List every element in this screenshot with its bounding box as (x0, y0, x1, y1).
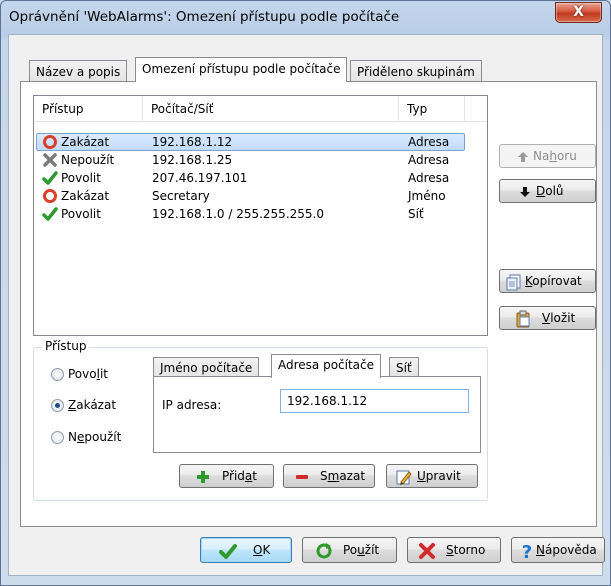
row-access: Povolit (61, 207, 101, 221)
ignore-icon (43, 153, 57, 167)
radio-deny-indicator (51, 399, 64, 412)
list-header: Přístup Počítač/Síť Typ (34, 96, 487, 122)
cancel-button[interactable]: Storno (407, 537, 501, 563)
paste-icon (516, 310, 530, 328)
row-computer: 192.168.1.0 / 255.255.255.0 (152, 207, 324, 221)
column-header-type[interactable]: Typ (399, 96, 465, 122)
row-computer: 192.168.1.25 (152, 153, 233, 167)
row-type: Jméno (408, 189, 446, 203)
list-row[interactable]: Povolit 207.46.197.101 Adresa (34, 169, 487, 187)
copy-button[interactable]: Kopírovat (499, 269, 596, 293)
apply-button[interactable]: Použít (302, 537, 397, 563)
row-computer: Secretary (152, 189, 210, 203)
row-type: Adresa (408, 171, 450, 185)
tab-access-restriction[interactable]: Omezení přístupu podle počítače (135, 57, 348, 82)
tab-name-description[interactable]: Název a popis (29, 60, 128, 82)
radio-allow[interactable]: Povolit (51, 366, 151, 382)
list-row[interactable]: Zakázat 192.168.1.12 Adresa (34, 133, 487, 151)
list-row[interactable]: Povolit 192.168.1.0 / 255.255.255.0 Síť (34, 205, 487, 223)
help-icon: ? (522, 542, 532, 560)
radio-ignore-indicator (51, 431, 64, 444)
tab-network[interactable]: Síť (389, 357, 419, 378)
row-access: Povolit (61, 171, 101, 185)
move-up-button[interactable]: Nahoru (499, 144, 596, 168)
cancel-icon (419, 543, 435, 559)
close-button[interactable]: X (555, 2, 602, 23)
row-computer: 207.46.197.101 (152, 171, 248, 185)
copy-icon (506, 274, 521, 291)
access-group-title: Přístup (42, 339, 90, 353)
allow-icon (42, 171, 58, 185)
radio-ignore[interactable]: Nepoužít (51, 429, 151, 445)
list-row[interactable]: Zakázat Secretary Jméno (34, 187, 487, 205)
access-list[interactable]: Přístup Počítač/Síť Typ Zakázat 192.168.… (33, 95, 488, 336)
close-icon: X (573, 4, 584, 20)
tab-computer-address[interactable]: Adresa počítače (271, 354, 382, 378)
row-type: Adresa (408, 135, 450, 149)
arrow-down-icon (520, 187, 530, 197)
row-access: Zakázat (61, 135, 110, 149)
svg-text:?: ? (522, 542, 532, 560)
add-button[interactable]: Přidat (179, 464, 274, 488)
tab-computer-name[interactable]: Jméno počítače (153, 357, 260, 378)
column-header-computer[interactable]: Počítač/Síť (143, 96, 399, 122)
column-header-access[interactable]: Přístup (34, 96, 143, 122)
row-access: Zakázat (61, 189, 110, 203)
minus-icon (296, 475, 308, 479)
ip-address-label: IP adresa: (162, 398, 222, 412)
address-tab-page (153, 376, 481, 453)
arrow-up-icon (518, 152, 528, 162)
radio-deny[interactable]: Zakázat (51, 397, 151, 413)
deny-icon (43, 189, 57, 203)
tab-assigned-groups[interactable]: Přiděleno skupinám (350, 60, 482, 82)
row-access: Nepoužít (61, 153, 115, 167)
delete-button[interactable]: Smazat (283, 464, 375, 488)
radio-allow-indicator (51, 368, 64, 381)
edit-button[interactable]: Upravit (386, 464, 478, 488)
plus-icon (197, 471, 209, 483)
paste-button[interactable]: Vložit (499, 306, 596, 330)
ok-button[interactable]: OK (200, 537, 292, 563)
list-row[interactable]: Nepoužít 192.168.1.25 Adresa (34, 151, 487, 169)
deny-icon (43, 135, 57, 149)
row-type: Adresa (408, 153, 450, 167)
row-type: Síť (408, 207, 424, 221)
refresh-icon (316, 543, 332, 559)
window-title: Oprávnění 'WebAlarms': Omezení přístupu … (9, 9, 400, 25)
move-down-button[interactable]: Dolů (499, 179, 596, 203)
row-computer: 192.168.1.12 (152, 135, 233, 149)
allow-icon (42, 207, 58, 221)
edit-icon (396, 470, 412, 485)
check-icon (219, 544, 237, 559)
ip-address-input[interactable]: 192.168.1.12 (280, 389, 469, 413)
help-button[interactable]: ? Nápověda (511, 537, 605, 563)
